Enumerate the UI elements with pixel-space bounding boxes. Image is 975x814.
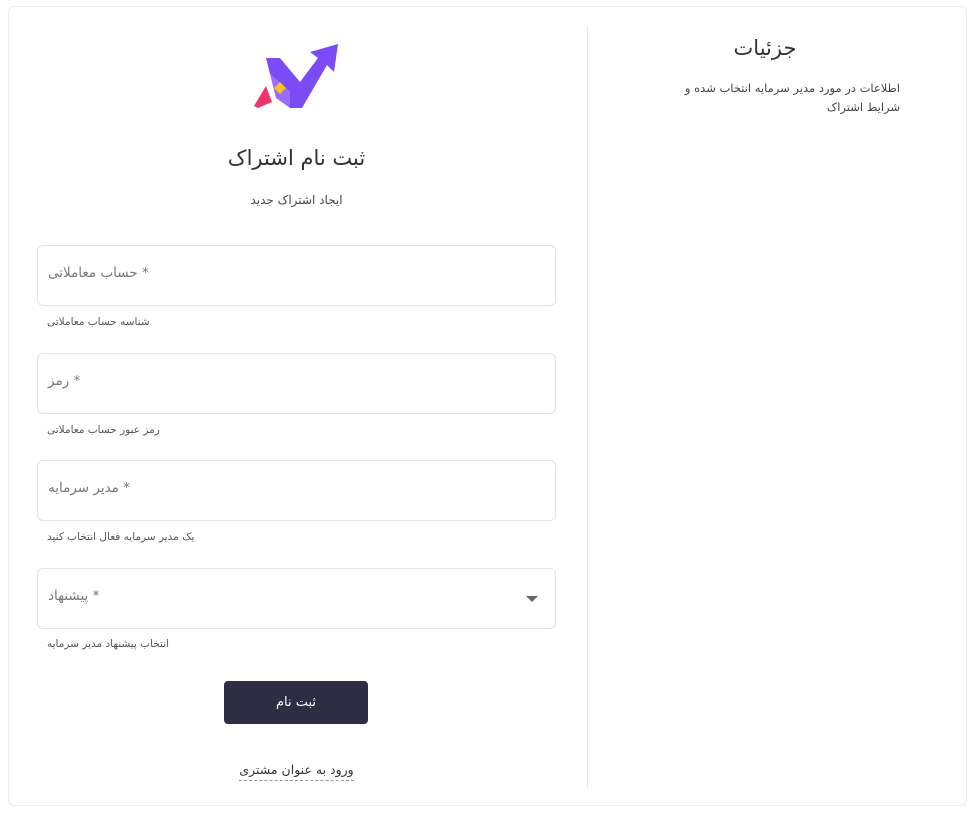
field-label: * پیشنهاد [48,588,100,604]
field-label: * رمز [48,373,81,389]
field-hint: یک مدیر سرمایه فعال انتخاب کنید [47,531,195,543]
details-title: جزئیات [733,36,797,60]
password-field[interactable]: * رمز [37,353,556,414]
form-subtitle: ایجاد اشتراک جدید [250,193,343,207]
panel-divider [587,26,588,788]
field-hint: شناسه حساب معاملاتی [47,316,150,328]
field-hint: رمز عبور حساب معاملاتی [47,424,160,436]
trading-account-field[interactable]: * حساب معاملاتی [37,245,556,306]
login-link-container: ورود به عنوان مشتری [37,762,556,781]
offer-select[interactable]: * پیشنهاد [37,568,556,629]
form-title: ثبت نام اشتراک [227,146,366,170]
chevron-down-icon[interactable] [526,596,538,602]
login-as-customer-link[interactable]: ورود به عنوان مشتری [239,762,354,781]
field-label: * مدیر سرمایه [48,480,130,496]
field-hint: انتخاب پیشنهاد مدیر سرمایه [47,638,170,650]
fund-manager-field[interactable]: * مدیر سرمایه [37,460,556,521]
chart-arrow-logo-icon [254,44,338,108]
field-label: * حساب معاملاتی [48,265,149,281]
register-button[interactable]: ثبت نام [224,681,368,724]
details-description: اطلاعات در مورد مدیر سرمایه انتخاب شده و… [684,81,900,114]
